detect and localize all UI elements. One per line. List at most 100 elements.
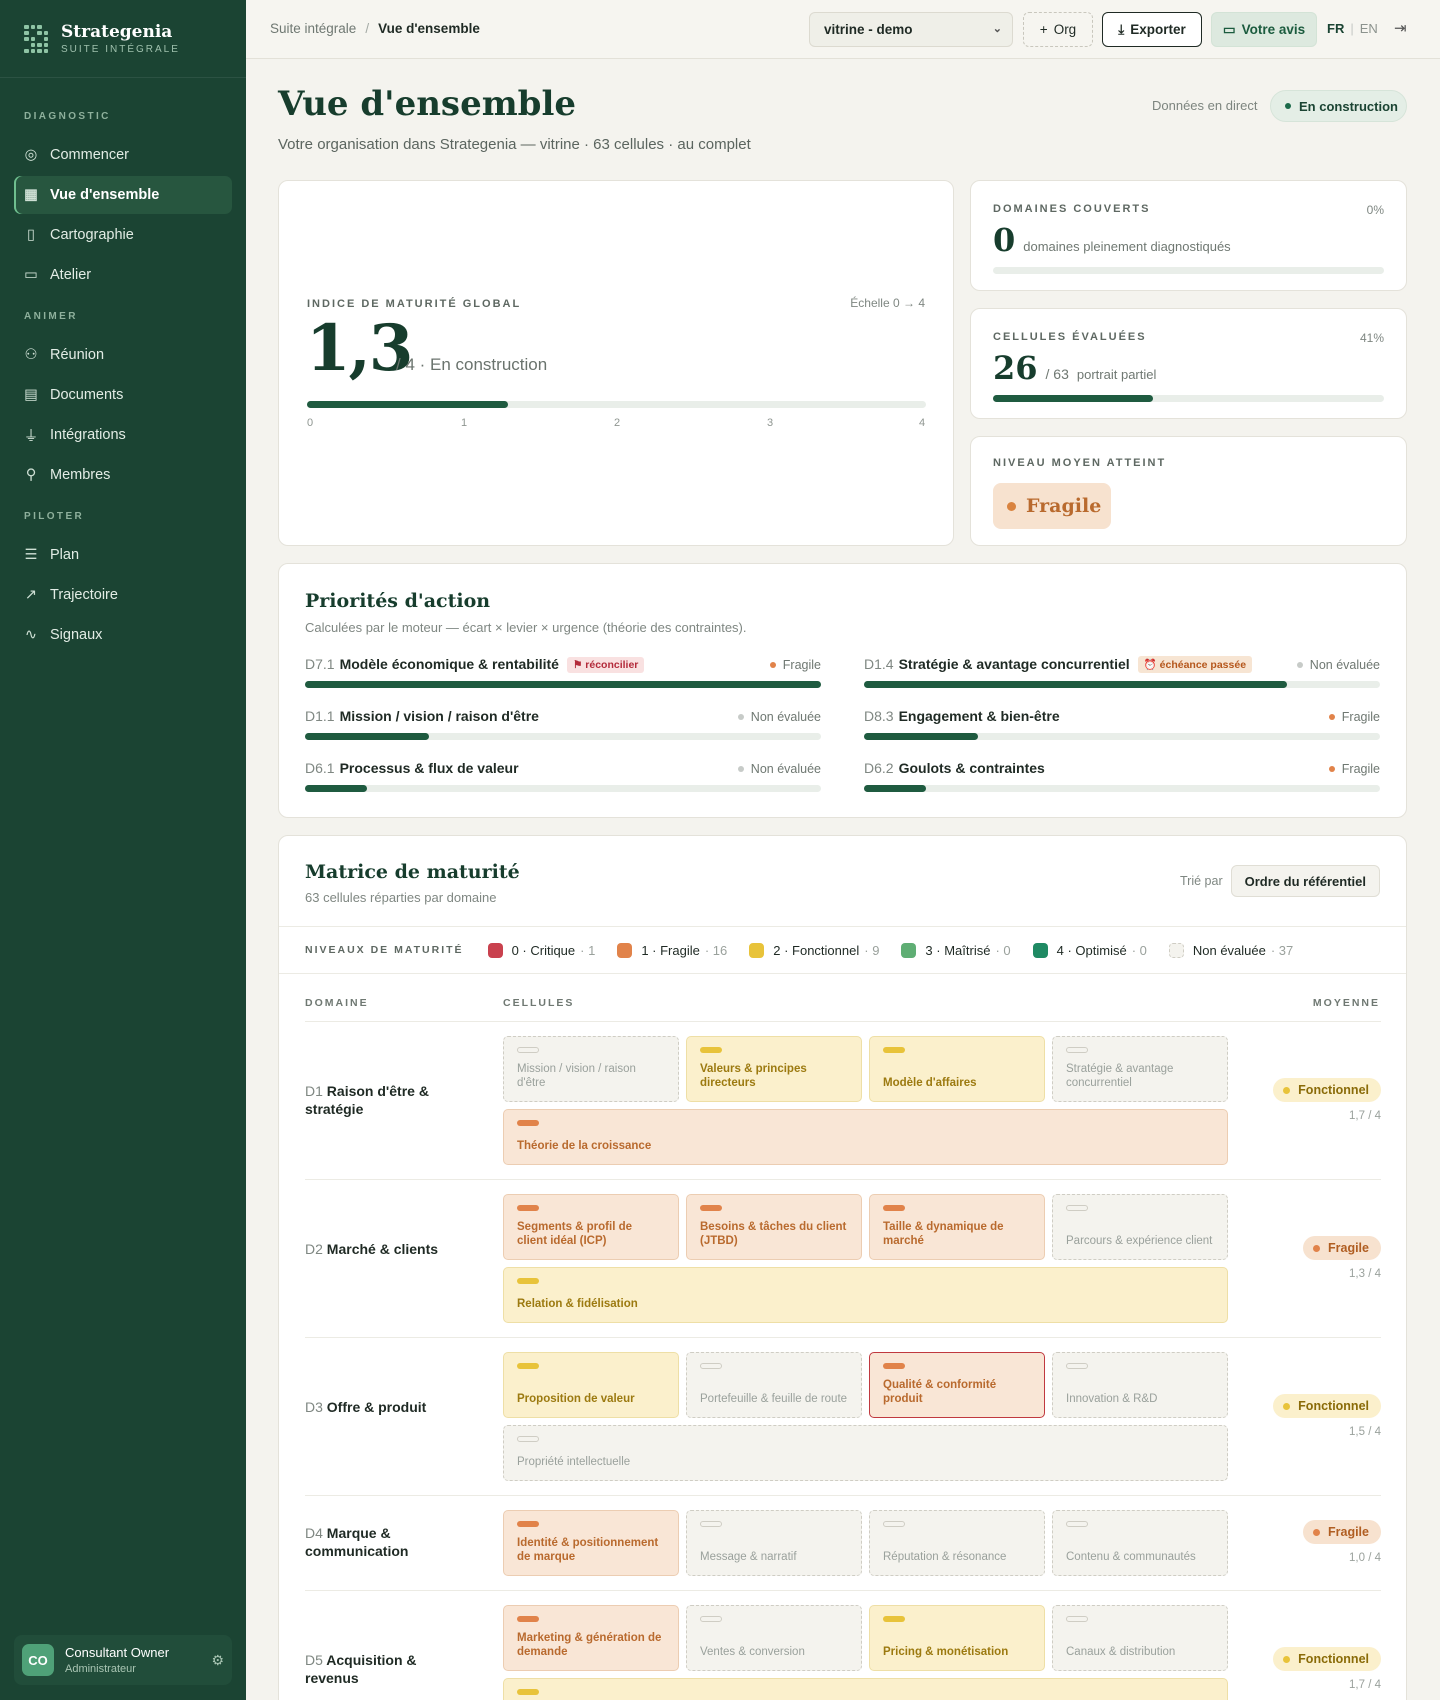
matrix-cell[interactable]: Message & narratif xyxy=(686,1510,862,1576)
matrix-subtitle: 63 cellules réparties par domaine xyxy=(305,890,497,905)
domain-name[interactable]: D1 Raison d'être & stratégie xyxy=(305,1082,445,1118)
matrix-cell[interactable]: Parcours & expérience client xyxy=(1052,1194,1228,1260)
page-subtitle: Votre organisation dans Strategenia — vi… xyxy=(278,136,751,153)
feedback-button[interactable]: ▭ Votre avis xyxy=(1211,12,1317,47)
matrix-cell[interactable]: Besoins & tâches du client (JTBD) xyxy=(686,1194,862,1260)
priority-item[interactable]: D8.3 Engagement & bien-être Fragile xyxy=(864,708,1380,748)
sort-button[interactable]: Ordre du référentiel xyxy=(1230,865,1380,897)
cells-evaluated-desc: portrait partiel xyxy=(1076,367,1157,382)
matrix-cell[interactable]: Taille & dynamique de marché xyxy=(869,1194,1045,1260)
matrix-cell[interactable]: Segments & profil de client idéal (ICP) xyxy=(503,1194,679,1260)
domains-covered-desc: domaines pleinement diagnostiqués xyxy=(1023,239,1231,254)
sidebar-item-reunion[interactable]: ⚇ Réunion xyxy=(14,336,232,374)
logout-icon[interactable]: ⇥ xyxy=(1394,19,1407,37)
maturity-track xyxy=(307,401,926,408)
sidebar-item-commencer[interactable]: ◎ Commencer xyxy=(14,136,232,174)
trend-icon: ↗ xyxy=(24,587,38,603)
priority-item[interactable]: D6.2 Goulots & contraintes Fragile xyxy=(864,760,1380,800)
matrix-cell[interactable]: Modèle d'affaires xyxy=(869,1036,1045,1102)
sidebar-item-integrations[interactable]: ⏚ Intégrations xyxy=(14,416,232,454)
legend-item[interactable]: 4 · Optimisé · 0 xyxy=(1032,942,1147,958)
status-badge: En construction xyxy=(1270,90,1407,122)
org-select-value: vitrine - demo xyxy=(824,22,913,37)
priority-status: Non évaluée xyxy=(1296,658,1380,672)
matrix-cell[interactable]: Proposition de valeur xyxy=(503,1352,679,1418)
cells-evaluated-fill xyxy=(993,395,1154,402)
matrix-cell[interactable]: Innovation & R&D xyxy=(1052,1352,1228,1418)
topbar: Suite intégrale / Vue d'ensemble vitrine -… xyxy=(246,0,1440,59)
legend-item[interactable]: Non évaluée · 37 xyxy=(1168,942,1293,958)
legend-item[interactable]: 3 · Maîtrisé · 0 xyxy=(901,942,1011,958)
sidebar-item-trajectoire[interactable]: ↗ Trajectoire xyxy=(14,576,232,614)
priority-code: D1.4 xyxy=(864,656,894,672)
user-card[interactable]: CO Consultant Owner Administrateur ⚙ xyxy=(14,1635,232,1685)
cell-label: Proposition de valeur xyxy=(517,1393,635,1405)
brand[interactable]: Strategenia SUITE INTÉGRALE xyxy=(0,0,246,78)
priority-name: Goulots & contraintes xyxy=(898,760,1045,776)
domain-name[interactable]: D5 Acquisition & revenus xyxy=(305,1651,445,1687)
legend-label: 1 · Fragile xyxy=(641,942,700,958)
domain-row: Segments & profil de client idéal (ICP) B… xyxy=(305,1179,1381,1337)
matrix-cell[interactable]: Qualité & conformité produit xyxy=(869,1352,1045,1418)
matrix-cell[interactable]: Ventes & conversion xyxy=(686,1605,862,1671)
matrix-cell[interactable]: Identité & positionnement de marque xyxy=(503,1510,679,1576)
priority-item[interactable]: D7.1 Modèle économique & rentabilité ⚑ réc… xyxy=(305,656,821,696)
domain-row: Mission / vision / raison d'être Valeurs … xyxy=(305,1021,1381,1179)
avg-dot xyxy=(1313,1244,1320,1252)
legend-item[interactable]: 0 · Critique · 1 xyxy=(487,942,595,958)
matrix-cell[interactable]: Canaux & distribution xyxy=(1052,1605,1228,1671)
sidebar-item-signaux[interactable]: ∿ Signaux xyxy=(14,616,232,654)
avg-dot xyxy=(1283,1655,1291,1663)
priority-tag: ⚑ réconcilier xyxy=(566,657,645,673)
legend-swatch xyxy=(617,942,633,958)
priority-item[interactable]: D6.1 Processus & flux de valeur Non évalué… xyxy=(305,760,821,800)
matrix-cell[interactable]: Propriété intellectuelle xyxy=(503,1425,1228,1481)
priority-fill xyxy=(305,785,367,792)
lang-en[interactable]: EN xyxy=(1360,21,1378,36)
priority-status: Non évaluée xyxy=(737,762,821,776)
priority-item[interactable]: D1.4 Stratégie & avantage concurrentiel ⏰ … xyxy=(864,656,1380,696)
priority-track xyxy=(864,733,1380,740)
sidebar-item-vue-d-ensemble[interactable]: ▦ Vue d'ensemble xyxy=(14,176,232,214)
matrix-cell[interactable]: Stratégie & avantage concurrentiel xyxy=(1052,1036,1228,1102)
domain-row: Proposition de valeur Portefeuille & feui… xyxy=(305,1337,1381,1495)
priority-name: Stratégie & avantage concurrentiel xyxy=(898,656,1130,672)
matrix-cell[interactable]: Mission / vision / raison d'être xyxy=(503,1036,679,1102)
domain-name[interactable]: D3 Offre & produit xyxy=(305,1398,445,1416)
matrix-cell[interactable]: Réputation & résonance xyxy=(869,1510,1045,1576)
sidebar-item-membres[interactable]: ⚲ Membres xyxy=(14,456,232,494)
matrix-cell[interactable]: Pricing & monétisation xyxy=(869,1605,1045,1671)
avg-badge-label: Fonctionnel xyxy=(1298,1652,1369,1666)
matrix-cell[interactable]: Valeurs & principes directeurs xyxy=(686,1036,862,1102)
avg-value: 1,0 / 4 xyxy=(1349,1552,1381,1564)
matrix-cell[interactable]: Portefeuille & feuille de route xyxy=(686,1352,862,1418)
avg-level-value: Fragile xyxy=(1026,495,1102,517)
breadcrumb-suite[interactable]: Suite intégrale xyxy=(270,21,356,36)
sidebar-item-label: Intégrations xyxy=(50,427,126,443)
matrix-cell[interactable]: Contenu & communautés xyxy=(1052,1510,1228,1576)
sidebar-item-cartographie[interactable]: ▯ Cartographie xyxy=(14,216,232,254)
matrix-cell[interactable]: Théorie de la croissance xyxy=(503,1109,1228,1165)
matrix-cell[interactable] xyxy=(503,1678,1228,1700)
priority-item[interactable]: D1.1 Mission / vision / raison d'être Non … xyxy=(305,708,821,748)
sidebar-item-documents[interactable]: ▤ Documents xyxy=(14,376,232,414)
legend-item[interactable]: 1 · Fragile · 16 xyxy=(617,942,727,958)
export-button[interactable]: ⤓ Exporter xyxy=(1102,12,1202,47)
matrix-cell[interactable]: Marketing & génération de demande xyxy=(503,1605,679,1671)
sidebar-item-label: Réunion xyxy=(50,347,105,363)
cell-level-bar xyxy=(517,1521,539,1527)
user-name: Consultant Owner xyxy=(65,1645,170,1660)
matrix-cell[interactable]: Relation & fidélisation xyxy=(503,1267,1228,1323)
lang-fr[interactable]: FR xyxy=(1327,21,1344,36)
domain-row: Marketing & génération de demande Ventes … xyxy=(305,1590,1381,1700)
domain-name[interactable]: D2 Marché & clients xyxy=(305,1240,445,1258)
domain-name[interactable]: D4 Marque & communication xyxy=(305,1524,445,1560)
sidebar-item-atelier[interactable]: ▭ Atelier xyxy=(14,256,232,294)
gear-icon[interactable]: ⚙ xyxy=(211,1652,224,1669)
legend-item[interactable]: 2 · Fonctionnel · 9 xyxy=(749,942,879,958)
sidebar-item-plan[interactable]: ☰ Plan xyxy=(14,536,232,574)
org-select[interactable]: vitrine - demo ⌄ xyxy=(809,12,1013,47)
add-org-button[interactable]: + Org xyxy=(1023,12,1093,47)
cell-label: Taille & dynamique de marché xyxy=(883,1221,1004,1247)
priority-status: Fragile xyxy=(769,658,821,672)
